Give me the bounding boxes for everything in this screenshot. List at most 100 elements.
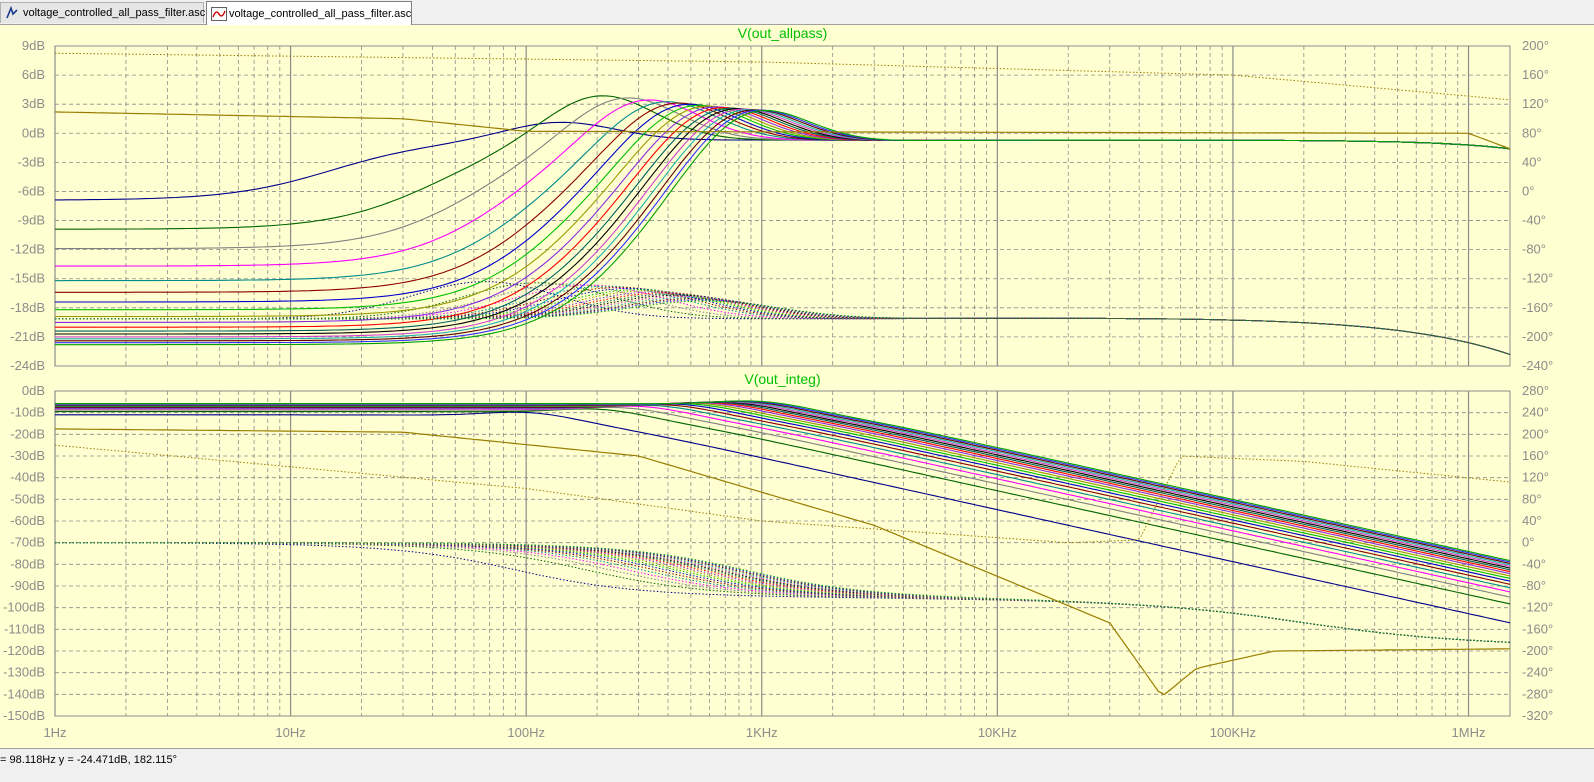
y-tick-left: -6dB [18, 183, 45, 198]
x-tick-label: 100KHz [1210, 725, 1256, 740]
x-tick-label: 10Hz [275, 725, 305, 740]
phase-trace [55, 295, 1511, 355]
tab-bar: voltage_controlled_all_pass_filter.asc v… [0, 0, 1594, 25]
phase-trace [55, 542, 1511, 643]
phase-trace [55, 281, 1511, 355]
y-tick-right: -160° [1522, 300, 1553, 315]
y-tick-right: -240° [1522, 665, 1553, 680]
waveform-icon [211, 6, 227, 21]
status-bar: = 98.118Hz y = -24.471dB, 182.115° [0, 748, 1594, 782]
y-tick-right: 160° [1522, 67, 1549, 82]
y-tick-left: -50dB [10, 491, 45, 506]
y-tick-left: -60dB [10, 513, 45, 528]
x-tick-label: 1KHz [746, 725, 778, 740]
y-tick-left: -21dB [10, 329, 45, 344]
y-tick-right: -40° [1522, 213, 1546, 228]
y-tick-right: 240° [1522, 405, 1549, 420]
chart-title: V(out_allpass) [738, 25, 828, 41]
phase-trace [55, 542, 1511, 643]
magnitude-trace [55, 103, 1511, 303]
magnitude-trace [55, 401, 1511, 567]
y-tick-left: -9dB [18, 213, 45, 228]
y-tick-right: 0° [1522, 183, 1534, 198]
y-tick-right: -200° [1522, 643, 1553, 658]
y-tick-left: 0dB [22, 383, 45, 398]
y-tick-right: 200° [1522, 38, 1549, 53]
y-tick-left: -110dB [4, 621, 45, 636]
magnitude-trace [55, 403, 1511, 579]
phase-trace [55, 542, 1511, 643]
magnitude-trace [55, 107, 1511, 332]
phase-trace [55, 294, 1511, 355]
phase-trace [55, 542, 1511, 643]
phase-trace [55, 542, 1511, 643]
phase-trace [55, 542, 1511, 643]
tab-waveform[interactable]: voltage_controlled_all_pass_filter.asc [206, 1, 412, 25]
y-tick-right: -120° [1522, 271, 1553, 286]
magnitude-trace [55, 401, 1511, 566]
x-tick-label: 1MHz [1452, 725, 1486, 740]
phase-trace [55, 542, 1511, 643]
y-tick-left: -18dB [10, 300, 45, 315]
pane-2: 0dB 280° -10dB 240° -20dB 200° -30dB 160° -40dB 1… [3, 371, 1553, 740]
y-tick-left: -40dB [10, 470, 45, 485]
magnitude-trace [55, 406, 1511, 598]
y-tick-left: -3dB [18, 154, 45, 169]
y-tick-right: -280° [1522, 686, 1553, 701]
pane-1: 9dB 200° 6dB 160° 3dB 120° 0dB 80° -3dB 40° -6dB 0°… [10, 25, 1553, 373]
y-tick-right: 40° [1522, 513, 1542, 528]
phase-trace [55, 542, 1511, 643]
y-tick-right: 160° [1522, 448, 1549, 463]
chart-title: V(out_integ) [744, 371, 820, 387]
y-tick-left: -140dB [3, 686, 45, 701]
y-tick-left: -15dB [10, 271, 45, 286]
magnitude-trace [55, 400, 1511, 564]
y-tick-left: -120dB [3, 643, 45, 658]
x-tick-label: 10KHz [978, 725, 1017, 740]
y-tick-left: 9dB [22, 38, 45, 53]
phase-trace [55, 542, 1511, 643]
tab-schematic[interactable]: voltage_controlled_all_pass_filter.asc [0, 2, 206, 23]
cursor-readout: = 98.118Hz y = -24.471dB, 182.115° [0, 754, 178, 766]
reference-phase-trace [55, 52, 1511, 101]
y-tick-right: 120° [1522, 470, 1549, 485]
phase-trace [55, 542, 1511, 643]
magnitude-trace [55, 108, 1511, 338]
plot-area[interactable]: 9dB 200° 6dB 160° 3dB 120° 0dB 80° -3dB 40° -6dB 0°… [0, 24, 1594, 748]
y-tick-right: 80° [1522, 125, 1542, 140]
y-tick-left: -90dB [10, 578, 45, 593]
y-tick-left: -70dB [10, 535, 45, 550]
y-tick-right: -200° [1522, 329, 1553, 344]
x-tick-label: 100Hz [507, 725, 545, 740]
magnitude-trace [55, 108, 1511, 335]
y-tick-right: 120° [1522, 96, 1549, 111]
phase-trace [55, 542, 1511, 643]
phase-trace [55, 542, 1511, 643]
phase-trace [55, 542, 1511, 643]
tab-schematic-label: voltage_controlled_all_pass_filter.asc [23, 7, 206, 19]
phase-trace [55, 292, 1511, 355]
schematic-icon [5, 5, 19, 20]
y-tick-left: 3dB [22, 96, 45, 111]
y-tick-left: 0dB [22, 125, 45, 140]
plot-frame [54, 390, 1511, 717]
y-tick-left: 6dB [22, 67, 45, 82]
phase-trace [55, 293, 1511, 355]
y-tick-left: -12dB [10, 242, 45, 257]
y-tick-right: -240° [1522, 358, 1553, 373]
y-tick-left: -20dB [10, 426, 45, 441]
y-tick-right: 200° [1522, 426, 1549, 441]
y-tick-right: 40° [1522, 154, 1542, 169]
y-tick-right: 80° [1522, 491, 1542, 506]
magnitude-trace [55, 402, 1511, 577]
phase-trace [55, 542, 1511, 643]
phase-trace [55, 542, 1511, 643]
y-tick-left: -130dB [3, 665, 45, 680]
reference-magnitude-trace [54, 428, 1511, 696]
magnitude-trace [55, 108, 1511, 340]
y-tick-right: -40° [1522, 556, 1546, 571]
phase-trace [55, 542, 1511, 643]
y-tick-left: -24dB [10, 358, 45, 373]
phase-trace [55, 296, 1511, 355]
phase-trace [55, 542, 1511, 643]
